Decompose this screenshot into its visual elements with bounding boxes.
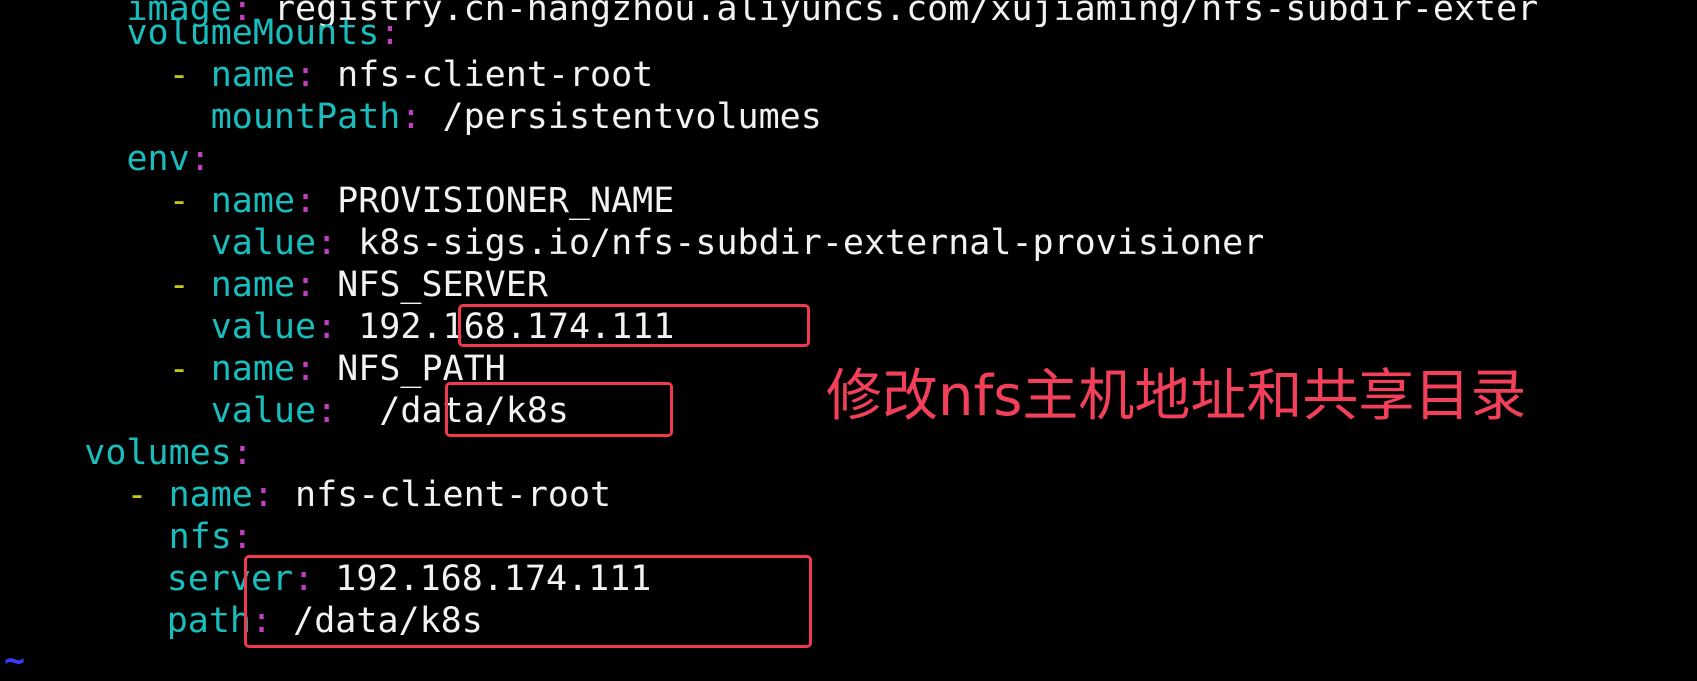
yaml-dash: - (168, 55, 211, 95)
yaml-value: registry.cn-hangzhou.aliyuncs.com/xujiam… (252, 0, 1539, 29)
yaml-key: value (210, 223, 317, 263)
yaml-line-volume-mounts: volumeMounts: (0, 12, 400, 54)
yaml-indent (0, 559, 167, 599)
yaml-colon: : (189, 139, 211, 179)
yaml-line-nfs: nfs: (0, 516, 253, 558)
yaml-line-mount-path: mountPath: /persistentvolumes (0, 96, 822, 138)
yaml-key: name (210, 349, 296, 389)
yaml-key: mountPath (210, 97, 401, 137)
yaml-key: value (210, 307, 317, 347)
yaml-indent (0, 349, 169, 389)
yaml-line-env-nfs-server-name: - name: NFS_SERVER (0, 264, 548, 306)
yaml-key: path (166, 601, 252, 641)
yaml-key: value (210, 391, 317, 431)
yaml-key: volumeMounts (126, 13, 380, 53)
yaml-indent (0, 391, 211, 431)
highlight-box-nfs-path-env (445, 382, 673, 437)
yaml-dash: - (168, 181, 211, 221)
yaml-value: nfs-client-root (316, 55, 654, 95)
yaml-dash: - (168, 349, 211, 389)
yaml-line-mount-name: - name: nfs-client-root (0, 54, 654, 96)
yaml-colon: : (231, 433, 253, 473)
yaml-indent (0, 601, 167, 641)
yaml-colon: : (316, 223, 338, 263)
yaml-indent (0, 13, 126, 53)
yaml-colon: : (252, 475, 274, 515)
yaml-colon: : (295, 349, 317, 389)
yaml-line-env-nfs-path-name: - name: NFS_PATH (0, 348, 506, 390)
yaml-colon: : (295, 181, 317, 221)
empty-line-tilde: ~ (4, 641, 26, 681)
yaml-key: nfs (168, 517, 232, 557)
yaml-indent (0, 223, 211, 263)
yaml-indent (0, 517, 169, 557)
yaml-colon: : (231, 517, 253, 557)
yaml-colon: : (295, 265, 317, 305)
highlight-box-nfs-server-env (458, 304, 810, 347)
yaml-key: name (210, 55, 296, 95)
yaml-value: PROVISIONER_NAME (316, 181, 675, 221)
yaml-indent (0, 181, 169, 221)
yaml-indent (0, 139, 126, 179)
yaml-key: env (126, 139, 190, 179)
yaml-line-env: env: (0, 138, 211, 180)
yaml-value: /persistentvolumes (421, 97, 822, 137)
yaml-dash: - (126, 475, 169, 515)
yaml-line-volume-name: - name: nfs-client-root (0, 474, 611, 516)
yaml-colon: : (379, 13, 401, 53)
yaml-line-env-provisioner-value: value: k8s-sigs.io/nfs-subdir-external-p… (0, 222, 1265, 264)
yaml-colon: : (295, 55, 317, 95)
yaml-indent (0, 265, 169, 305)
yaml-key: name (168, 475, 253, 515)
yaml-key: name (210, 181, 296, 221)
yaml-dash: - (168, 265, 211, 305)
yaml-line-env-provisioner-name: - name: PROVISIONER_NAME (0, 180, 675, 222)
yaml-indent (0, 55, 169, 95)
yaml-indent (0, 97, 211, 137)
yaml-key: volumes (84, 433, 232, 473)
yaml-indent (0, 307, 211, 347)
yaml-line-volumes: volumes: (0, 432, 253, 474)
highlight-box-nfs-volume (244, 555, 812, 648)
yaml-colon: : (316, 307, 338, 347)
yaml-indent (0, 475, 126, 515)
terminal-editor[interactable]: image: registry.cn-hangzhou.aliyuncs.com… (0, 0, 1697, 681)
annotation-text: 修改nfs主机地址和共享目录 (826, 364, 1527, 429)
yaml-value: nfs-client-root (273, 475, 612, 515)
yaml-colon: : (400, 97, 422, 137)
yaml-value: NFS_SERVER (316, 265, 548, 305)
yaml-indent (0, 433, 84, 473)
yaml-key: name (210, 265, 296, 305)
yaml-value: k8s-sigs.io/nfs-subdir-external-provisio… (337, 223, 1265, 263)
yaml-colon: : (316, 391, 338, 431)
